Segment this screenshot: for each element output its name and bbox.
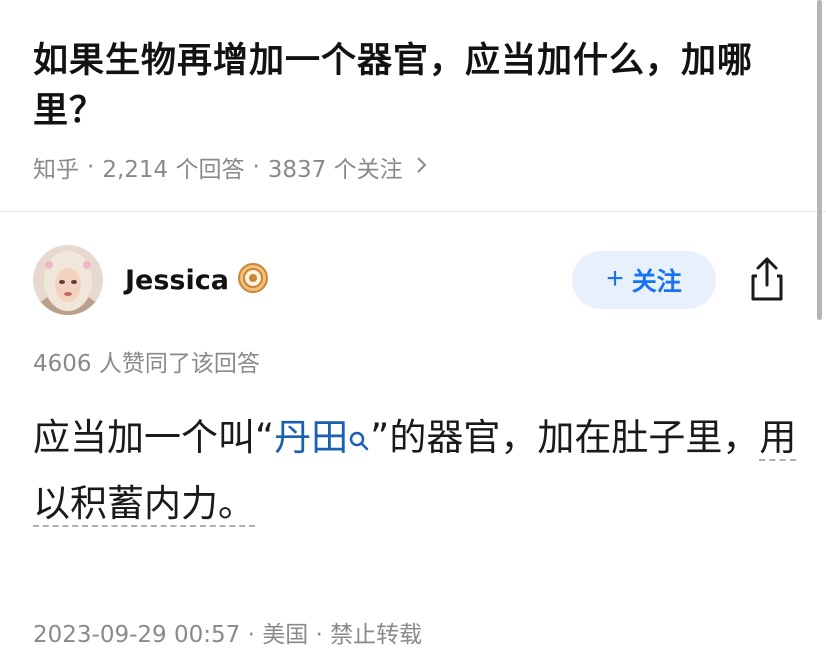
question-title[interactable]: 如果生物再增加一个器官，应当加什么，加哪里？ xyxy=(33,36,793,136)
answer-content: 应当加一个叫“丹田 ”的器官，加在肚子里，用以积蓄内力。 xyxy=(33,406,803,536)
follower-count: 3837 个关注 xyxy=(267,157,403,183)
answer-footer: 2023-09-29 00:57 · 美国 · 禁止转载 xyxy=(33,622,423,648)
chevron-right-icon xyxy=(415,155,427,180)
author-row[interactable]: Jessica xyxy=(33,245,269,315)
search-icon[interactable] xyxy=(348,408,370,472)
section-divider xyxy=(0,211,826,212)
share-icon[interactable] xyxy=(745,255,789,305)
plus-icon: + xyxy=(606,262,624,295)
keyword-link[interactable]: 丹田 xyxy=(274,416,348,459)
answer-text: 应当加一个叫“ xyxy=(33,416,275,459)
source-label: 知乎 xyxy=(33,157,79,183)
answer-count: 2,214 个回答 xyxy=(102,157,245,183)
meta-separator: · xyxy=(87,154,95,180)
scrollbar[interactable] xyxy=(817,0,822,320)
verified-badge-icon xyxy=(237,262,269,298)
meta-separator: · xyxy=(252,154,260,180)
follow-label: 关注 xyxy=(631,268,682,296)
answer-text: ”的器官，加在肚子里， xyxy=(370,416,760,459)
avatar[interactable] xyxy=(33,245,103,315)
follow-button[interactable]: + 关注 xyxy=(572,251,716,309)
author-name[interactable]: Jessica xyxy=(125,265,229,296)
question-meta[interactable]: 知乎 · 2,214 个回答 · 3837 个关注 xyxy=(33,150,427,184)
upvote-count: 4606 人赞同了该回答 xyxy=(33,351,260,377)
